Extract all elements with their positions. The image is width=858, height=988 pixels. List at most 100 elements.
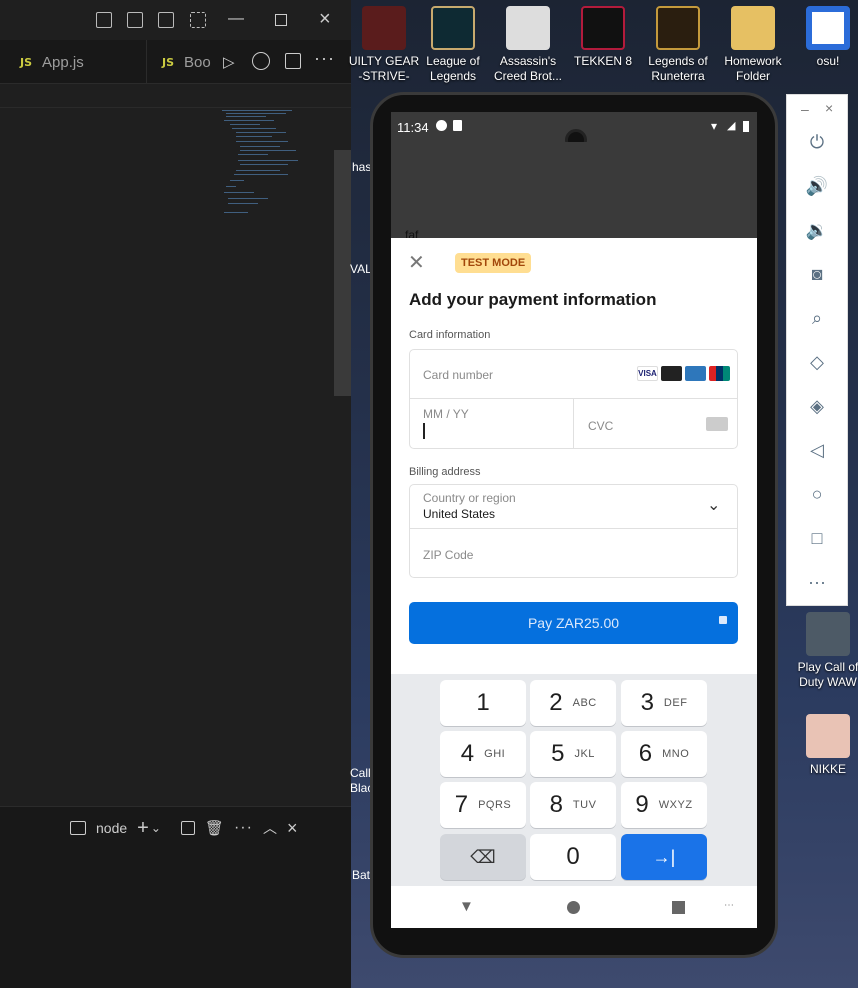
key-digit: 2 xyxy=(549,689,563,716)
icon-label: TEKKEN 8 xyxy=(573,54,633,68)
run-icon[interactable]: ▷ xyxy=(223,53,235,71)
camera-icon[interactable]: ◙ xyxy=(787,261,847,287)
breadcrumb xyxy=(0,84,351,108)
desktop-icon-guilty-gear[interactable]: UILTY GEAR -STRIVE- xyxy=(346,0,422,84)
toggle-panel-icon[interactable] xyxy=(127,12,143,28)
desktop-label-cod-black[interactable]: Call Black xyxy=(350,766,370,796)
icon-label: Play Call of Duty WAW xyxy=(797,660,858,689)
key-8[interactable]: 8 TUV xyxy=(530,782,616,828)
key-digit: 9 xyxy=(635,791,649,818)
more-actions-icon[interactable]: ··· xyxy=(314,48,335,69)
zip-placeholder: ZIP Code xyxy=(423,548,474,562)
desktop-icon-osu[interactable]: osu! xyxy=(790,0,858,69)
tab-boo[interactable]: JS Boo xyxy=(162,40,211,84)
desktop-icon-tekken[interactable]: TEKKEN 8 xyxy=(565,0,641,69)
close-panel-icon[interactable]: × xyxy=(287,818,298,839)
key-letters: PQRS xyxy=(478,799,512,811)
country-select[interactable]: Country or region United States ⌄ xyxy=(409,484,738,529)
sd-card-icon xyxy=(453,120,462,131)
minimize-icon[interactable]: — xyxy=(228,10,244,28)
volume-up-icon[interactable]: 🔊 xyxy=(787,173,847,199)
backspace-key[interactable]: ⌫ xyxy=(440,834,526,880)
expiry-field[interactable]: MM / YY xyxy=(409,398,574,449)
key-letters: GHI xyxy=(484,748,506,760)
volume-down-icon[interactable]: 🔉 xyxy=(787,217,847,243)
keyboard-switch-icon[interactable]: ⋯ xyxy=(724,900,734,911)
more-icon[interactable]: ··· xyxy=(787,569,847,595)
home-icon[interactable]: ○ xyxy=(787,481,847,507)
minimize-emulator-icon[interactable]: – xyxy=(801,101,809,117)
rotate-right-icon[interactable]: ◈ xyxy=(787,393,847,419)
icon-label: Assassin's Creed Brot... xyxy=(493,54,563,83)
home-icon[interactable] xyxy=(567,901,580,914)
key-4[interactable]: 4 GHI xyxy=(440,731,526,777)
sheet-title: Add your payment information xyxy=(409,290,657,309)
trash-icon[interactable]: 🗑 xyxy=(205,819,224,837)
icon-label: NIKKE xyxy=(809,762,846,776)
new-terminal-icon[interactable]: + xyxy=(137,817,149,840)
tekken-icon xyxy=(581,6,625,50)
minimap[interactable] xyxy=(222,108,332,228)
close-window-icon[interactable]: × xyxy=(319,8,331,31)
key-digit: 7 xyxy=(454,791,469,818)
key-letters: MNO xyxy=(662,748,690,760)
expiry-placeholder: MM / YY xyxy=(423,407,469,421)
desktop-icon-assassins[interactable]: Assassin's Creed Brot... xyxy=(490,0,566,84)
desktop-icon-homework[interactable]: Homework Folder xyxy=(715,0,791,84)
unionpay-icon xyxy=(709,366,730,381)
customize-layout-icon[interactable] xyxy=(190,12,206,28)
chevron-down-icon: ⌄ xyxy=(707,497,721,514)
pay-button[interactable]: Pay ZAR25.00 xyxy=(409,602,738,644)
desktop-label-partial[interactable]: has xyxy=(352,160,371,174)
key-7[interactable]: 7 PQRS xyxy=(440,782,526,828)
more-actions-icon[interactable]: ··· xyxy=(234,819,253,837)
recents-icon[interactable] xyxy=(672,901,685,914)
split-editor-icon[interactable] xyxy=(285,53,301,69)
chevron-down-icon[interactable]: ⌄ xyxy=(151,821,161,835)
signal-icon: ◢ xyxy=(727,120,736,132)
cvc-placeholder: CVC xyxy=(588,419,614,433)
key-digit: 8 xyxy=(549,791,563,818)
extension-icon[interactable] xyxy=(252,52,270,70)
desktop-label-bat[interactable]: Bat xyxy=(352,868,370,882)
back-icon[interactable]: ◁ xyxy=(787,437,847,463)
close-emulator-icon[interactable]: × xyxy=(825,100,833,116)
cvc-field[interactable]: CVC xyxy=(573,398,738,449)
status-bar: 11:34 ▾ ◢ xyxy=(391,112,757,151)
desktop-icon-cod-waw[interactable]: Play Call of Duty WAW xyxy=(790,606,858,690)
rotate-left-icon[interactable]: ◇ xyxy=(787,349,847,375)
visa-icon: VISA xyxy=(637,366,658,381)
chevron-up-icon[interactable]: ︿ xyxy=(263,818,277,838)
tab-app-js[interactable]: JS App.js xyxy=(20,40,84,84)
close-icon[interactable]: ✕ xyxy=(408,253,426,273)
desktop-icon-nikke[interactable]: NIKKE xyxy=(790,708,858,777)
key-9[interactable]: 9 WXYZ xyxy=(621,782,707,828)
text-cursor xyxy=(423,423,425,439)
toggle-secondary-sidebar-icon[interactable] xyxy=(158,12,174,28)
key-0[interactable]: 0 xyxy=(530,834,616,880)
terminal-icon xyxy=(70,821,86,835)
overview-icon[interactable]: □ xyxy=(787,525,847,551)
maximize-icon[interactable] xyxy=(275,14,287,26)
power-icon[interactable]: ⏻ xyxy=(787,129,847,155)
key-6[interactable]: 6 MNO xyxy=(621,731,707,777)
test-mode-badge: TEST MODE xyxy=(455,253,532,273)
zoom-icon[interactable]: ⌕ xyxy=(787,305,847,331)
desktop-icon-runeterra[interactable]: Legends of Runeterra xyxy=(640,0,716,84)
key-2[interactable]: 2 ABC xyxy=(530,680,616,726)
pay-button-label: Pay ZAR25.00 xyxy=(527,615,620,631)
next-key[interactable]: →| xyxy=(621,834,707,880)
card-number-placeholder: Card number xyxy=(423,368,494,382)
editor-scrollbar[interactable] xyxy=(334,150,351,396)
key-3[interactable]: 3 DEF xyxy=(621,680,707,726)
terminal-name[interactable]: node xyxy=(96,820,127,836)
zip-code-field[interactable]: ZIP Code xyxy=(409,528,738,578)
back-icon[interactable]: ▼ xyxy=(459,898,474,915)
title-bar: — × xyxy=(0,0,351,40)
desktop-icon-league[interactable]: League of Legends xyxy=(415,0,491,84)
assassins-icon xyxy=(506,6,550,50)
key-1[interactable]: 1 xyxy=(440,680,526,726)
key-5[interactable]: 5 JKL xyxy=(530,731,616,777)
toggle-sidebar-icon[interactable] xyxy=(96,12,112,28)
split-terminal-icon[interactable] xyxy=(180,821,195,835)
